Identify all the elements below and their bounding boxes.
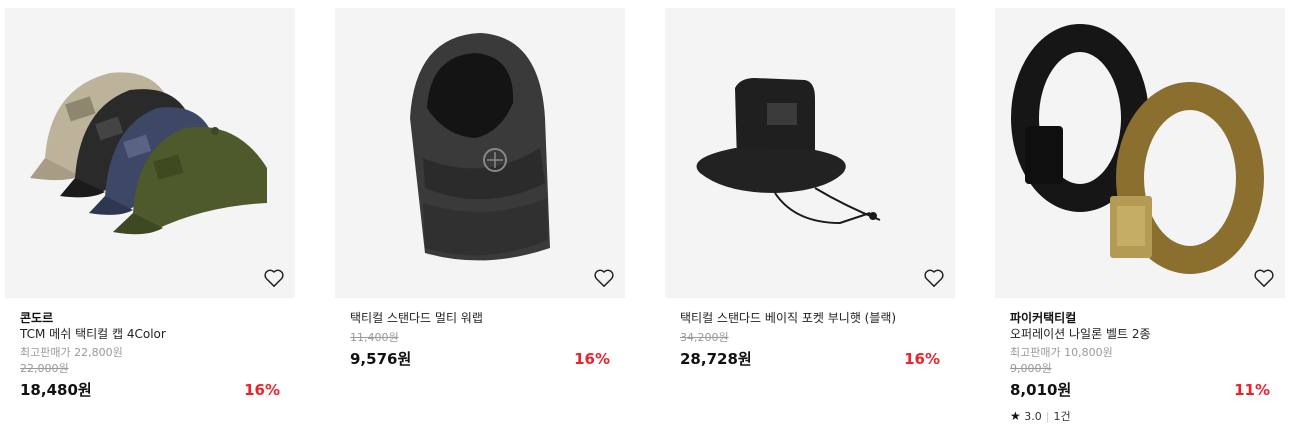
- best-price: 최고판매가 22,800원: [20, 346, 123, 359]
- sale-price: 9,576원: [350, 350, 412, 368]
- product-card[interactable]: 택티컬 스탠다드 멀티 워랩 11,400원 9,576원 16%: [335, 8, 625, 370]
- nylon-belt-image: [1011, 24, 1264, 274]
- rating-divider: |: [1045, 410, 1050, 423]
- heart-icon[interactable]: [1253, 268, 1275, 288]
- boonie-hat-image: [696, 78, 881, 225]
- product-name[interactable]: 택티컬 스탠다드 멀티 워랩: [350, 310, 610, 326]
- original-price: 34,200원: [680, 331, 729, 344]
- heart-icon[interactable]: [593, 268, 615, 288]
- original-price: 22,000원: [20, 362, 69, 375]
- product-card[interactable]: 콘도르 TCM 메쉬 택티컬 캡 4Color 최고판매가 22,800원 22…: [5, 8, 295, 401]
- product-image[interactable]: [5, 8, 295, 298]
- heart-icon[interactable]: [923, 268, 945, 288]
- product-info: 택티컬 스탠다드 베이직 포켓 부니햇 (블랙) 34,200원 28,728원…: [665, 298, 955, 370]
- sale-price: 28,728원: [680, 350, 752, 368]
- discount-rate: 16%: [244, 381, 280, 399]
- best-price: 최고판매가 10,800원: [1010, 346, 1113, 359]
- review-count[interactable]: 1건: [1053, 410, 1070, 423]
- product-info: 콘도르 TCM 메쉬 택티컬 캡 4Color 최고판매가 22,800원 22…: [5, 298, 295, 401]
- product-image[interactable]: [995, 8, 1285, 298]
- tactical-cap-image: [30, 72, 267, 235]
- discount-rate: 11%: [1234, 381, 1270, 399]
- original-price: 9,000원: [1010, 362, 1052, 375]
- discount-rate: 16%: [574, 350, 610, 368]
- product-image[interactable]: [665, 8, 955, 298]
- product-info: 택티컬 스탠다드 멀티 워랩 11,400원 9,576원 16%: [335, 298, 625, 370]
- product-info: 파이커택티컬 오퍼레이션 나일론 벨트 2종 최고판매가 10,800원 9,0…: [995, 298, 1285, 424]
- product-card[interactable]: 파이커택티컬 오퍼레이션 나일론 벨트 2종 최고판매가 10,800원 9,0…: [995, 8, 1285, 424]
- product-image[interactable]: [335, 8, 625, 298]
- product-name[interactable]: 오퍼레이션 나일론 벨트 2종: [1010, 326, 1270, 342]
- product-name[interactable]: TCM 메쉬 택티컬 캡 4Color: [20, 326, 280, 342]
- star-icon: ★: [1010, 409, 1021, 423]
- sale-price: 8,010원: [1010, 381, 1072, 399]
- product-name[interactable]: 택티컬 스탠다드 베이직 포켓 부니햇 (블랙): [680, 310, 940, 326]
- brand-name[interactable]: 콘도르: [20, 310, 280, 326]
- brand-name[interactable]: 파이커택티컬: [1010, 310, 1270, 326]
- original-price: 11,400원: [350, 331, 399, 344]
- sale-price: 18,480원: [20, 381, 92, 399]
- rating-row: ★ 3.0 | 1건: [1010, 409, 1270, 424]
- product-card[interactable]: 택티컬 스탠다드 베이직 포켓 부니햇 (블랙) 34,200원 28,728원…: [665, 8, 955, 370]
- rating-score: 3.0: [1024, 410, 1042, 423]
- heart-icon[interactable]: [263, 268, 285, 288]
- multi-wrap-image: [410, 33, 550, 261]
- discount-rate: 16%: [904, 350, 940, 368]
